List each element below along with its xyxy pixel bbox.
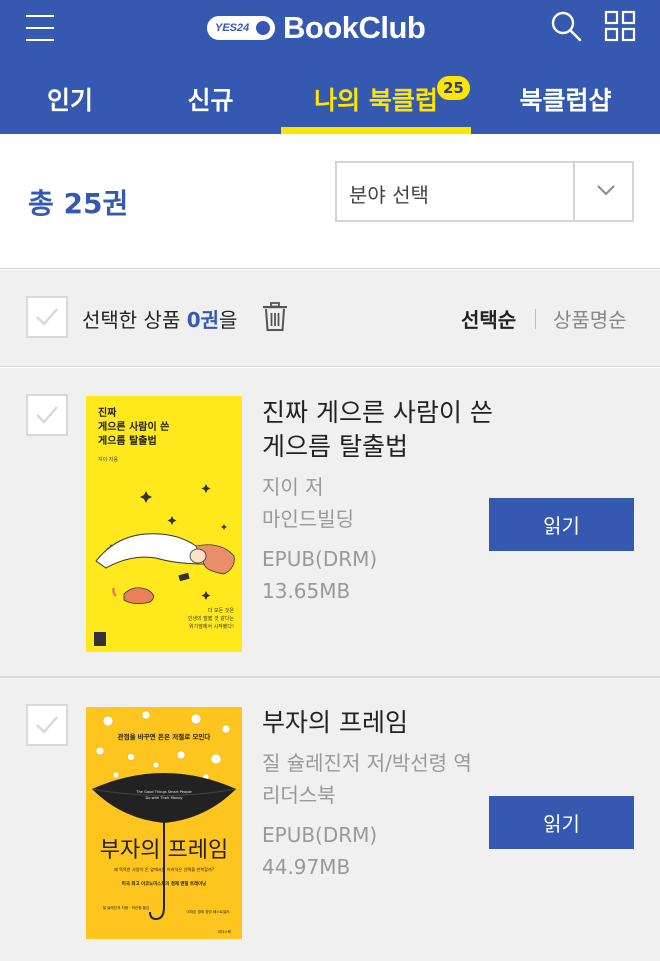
book-cover[interactable]: 관점을 바꾸면 돈은 저절로 모인다 The Good Things Smart… (86, 707, 242, 939)
cover-publisher-mark: 리더스북 (218, 929, 232, 934)
menu-icon[interactable] (26, 14, 54, 42)
total-count: 총 25권 (28, 187, 129, 220)
tab-new[interactable]: 신규 (140, 64, 281, 134)
category-select-value: 분야 선택 (349, 183, 429, 207)
check-icon (36, 308, 58, 326)
cover-blurb-line3: 위기앞에서 시작됐다! (189, 623, 234, 630)
check-icon (36, 406, 58, 424)
cover-tagline: 관점을 바꾸면 돈은 저절로 모인다 (118, 732, 211, 741)
book-author: 질 슐레진저 저/박선령 역 (262, 751, 472, 775)
cover-title-line3: 게으름 탈출법 (98, 434, 157, 447)
cover-english-title-2: Do with Their Money (145, 796, 183, 800)
tab-my-bookclub[interactable]: 나의 북클럽 (281, 64, 471, 134)
book-publisher: 리더스북 (262, 783, 336, 807)
selected-count: 0권 (186, 308, 220, 332)
book-format: EPUB(DRM) (262, 823, 378, 847)
read-button[interactable]: 읽기 (489, 498, 634, 551)
selection-toolbar: 선택한 상품 0권을 선택순 상품명순 (0, 270, 660, 367)
cover-bestseller: 아마존 경제 경영 베스트셀러 (186, 909, 229, 914)
book-size: 44.97MB (262, 855, 351, 879)
book-list: 진짜 게으른 사람이 쓴 게으름 탈출법 지이 지음 더 모든 것은 인생의 말… (0, 368, 660, 961)
book-format: EPUB(DRM) (262, 547, 378, 571)
list-item: 진짜 게으른 사람이 쓴 게으름 탈출법 지이 지음 더 모든 것은 인생의 말… (0, 368, 660, 678)
cover-english-title-1: The Good Things Smart People (135, 790, 192, 794)
cover-subtitle: 왜 똑똑한 사람이 돈 앞에서는 어리석은 선택을 반복할까? (114, 866, 214, 873)
search-icon[interactable] (550, 10, 582, 42)
tab-popular[interactable]: 인기 (0, 64, 140, 134)
summary-bar: 총 25권 분야 선택 (0, 134, 660, 269)
sort-by-name[interactable]: 상품명순 (553, 304, 627, 333)
book-cover[interactable]: 진짜 게으른 사람이 쓴 게으름 탈출법 지이 지음 더 모든 것은 인생의 말… (86, 396, 242, 652)
cover-title: 부자의 프레임 (100, 838, 228, 863)
cover-author: 지이 지음 (98, 456, 118, 463)
tab-bookclub-shop[interactable]: 북클럽샵 (471, 64, 660, 134)
cover-publisher-logo (94, 632, 106, 646)
logo[interactable]: YES24 BookClub (207, 10, 426, 46)
logo-badge: YES24 (207, 16, 275, 40)
book-title[interactable]: 부자의 프레임 (262, 706, 502, 740)
chevron-down-icon (597, 185, 615, 196)
cover-title-line2: 게으른 사람이 쓴 (98, 420, 169, 433)
my-bookclub-count-badge: 25 (437, 76, 470, 100)
selected-count-label: 선택한 상품 0권을 (82, 308, 238, 332)
read-button[interactable]: 읽기 (489, 796, 634, 849)
top-bar: YES24 BookClub (0, 0, 660, 64)
book-size: 13.65MB (262, 579, 351, 603)
cover-blurb-line2: 인생의 말짧 것 같다는 (188, 615, 235, 622)
sort-divider (535, 309, 536, 329)
book-publisher: 마인드빌딩 (262, 507, 354, 531)
category-select[interactable]: 분야 선택 (335, 161, 634, 222)
main-tabs: 인기 신규 나의 북클럽 북클럽샵 (0, 64, 660, 134)
logo-text: BookClub (283, 10, 426, 45)
logo-prefix: YES24 (215, 22, 250, 34)
check-icon (36, 716, 58, 734)
cover-authors: 질 슐레진저 지음 · 박선령 옮김 (103, 905, 150, 910)
list-item: 관점을 바꾸면 돈은 저절로 모인다 The Good Things Smart… (0, 680, 660, 961)
active-tab-indicator (281, 127, 471, 134)
sort-by-selection[interactable]: 선택순 (461, 304, 516, 333)
book-checkbox[interactable] (26, 704, 68, 746)
cover-ribbon: 미국 최고 이코노미스트의 경제 멘탈 트레이닝 (122, 880, 206, 887)
grid-menu-icon[interactable] (604, 10, 636, 42)
book-author: 지이 저 (262, 475, 324, 499)
book-checkbox[interactable] (26, 394, 68, 436)
cover-blurb-line1: 더 모든 것은 (208, 607, 235, 614)
book-title[interactable]: 진짜 게으른 사람이 쓴 게으름 탈출법 (262, 396, 502, 464)
cover-title-line1: 진짜 (98, 406, 117, 419)
select-all-checkbox[interactable] (26, 296, 68, 338)
trash-icon[interactable] (262, 302, 288, 332)
